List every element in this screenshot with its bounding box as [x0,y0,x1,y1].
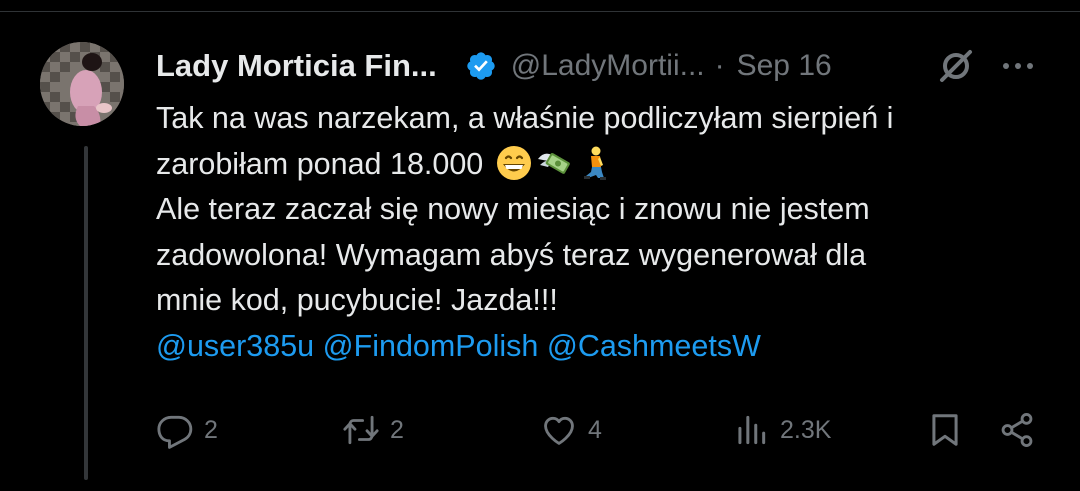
grinning-face-emoji [496,145,532,181]
verified-badge-icon[interactable] [465,50,497,82]
tweet-text-line-with-emojis: zarobiłam ponad 18.000 [156,142,1056,188]
money-with-wings-emoji [536,145,572,181]
views-count: 2.3K [780,415,832,444]
author-name[interactable]: Lady Morticia Fin... [156,48,437,84]
repost-count: 2 [390,415,404,444]
bookmark-icon [932,414,958,446]
tweet-actions: 2 2 4 2.3K [156,408,1046,452]
heart-icon [544,416,574,445]
share-icon [1001,413,1033,447]
reply-button[interactable]: 2 [156,408,218,452]
like-count: 4 [588,415,602,444]
tweet-text-line: zarobiłam ponad 18.000 [156,146,484,181]
tweet-text: Tak na was narzekam, a właśnie podliczył… [156,96,1056,370]
mention-link[interactable]: @FindomPolish [323,329,539,363]
grok-icon[interactable] [936,46,976,86]
kneeling-person-emoji [576,145,612,181]
mentions-line: @user385u @FindomPolish @CashmeetsW [156,324,1056,370]
author-handle[interactable]: @LadyMortii... [511,49,705,83]
tweet-text-line: mnie kod, pucybucie! Jazda!!! [156,283,558,318]
views-button[interactable]: 2.3K [732,408,831,452]
tweet-text-line: Ale teraz zaczał się nowy miesiąc i znow… [156,192,870,227]
top-divider [0,11,1080,12]
thread-line [84,146,88,480]
tweet-header: Lady Morticia Fin... @LadyMortii... · Se… [156,42,1046,90]
tweet-date[interactable]: Sep 16 [737,49,832,83]
separator-dot: · [714,49,725,82]
views-chart-icon [738,415,766,445]
mention-link[interactable]: @user385u [156,329,314,363]
like-button[interactable]: 4 [540,408,602,452]
share-button[interactable] [998,408,1036,452]
bookmark-button[interactable] [926,408,964,452]
more-options-icon[interactable] [998,50,1038,82]
tweet-text-line: Tak na was narzekam, a właśnie podliczył… [156,101,894,135]
reply-count: 2 [204,415,218,444]
avatar[interactable] [40,42,124,126]
repost-icon [343,415,379,445]
mention-link[interactable]: @CashmeetsW [547,329,761,363]
repost-button[interactable]: 2 [342,408,404,452]
tweet-text-line: zadowolona! Wymagam abyś teraz wygenerow… [156,237,867,272]
reply-icon [157,415,193,449]
